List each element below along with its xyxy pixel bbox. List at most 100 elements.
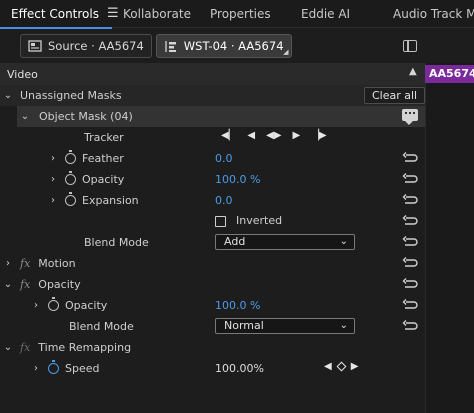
chevron-down-icon[interactable]: ⌄ bbox=[2, 279, 14, 290]
time-remapping-row[interactable]: ⌄ fx Time Remapping bbox=[0, 337, 425, 358]
tracker-controls: ◀▏ ◀ ◀▶ ▶ ▕▶ bbox=[221, 130, 327, 141]
sequence-icon bbox=[165, 40, 176, 52]
unassigned-masks-row[interactable]: ⌄ Unassigned Masks Clear all bbox=[0, 85, 426, 106]
motion-label: Motion bbox=[38, 257, 76, 270]
collapse-up-icon[interactable]: ▲ bbox=[409, 66, 417, 77]
tab-effect-controls-label: Effect Controls bbox=[11, 6, 99, 21]
tab-effect-controls[interactable]: Effect Controls ☰ bbox=[0, 0, 119, 29]
sequence-clip-label: WST-04 · AA5674 bbox=[183, 39, 284, 53]
fx-icon[interactable]: fx bbox=[20, 278, 30, 291]
speech-bubble-dots bbox=[405, 112, 415, 114]
speech-bubble-icon[interactable] bbox=[402, 109, 418, 125]
timeline-header bbox=[425, 30, 474, 63]
tab-audio-track-mix[interactable]: Audio Track Mix bbox=[381, 0, 474, 28]
inverted-row: Inverted bbox=[17, 211, 425, 232]
chevron-right-icon[interactable]: › bbox=[30, 363, 42, 374]
track-both-directions-icon[interactable]: ◀▶ bbox=[266, 130, 281, 141]
reset-icon[interactable] bbox=[402, 236, 418, 248]
mask-opacity-value[interactable]: 100.0 % bbox=[215, 173, 260, 186]
blend-mode-dropdown[interactable]: Normal ⌄ bbox=[215, 318, 355, 334]
video-section-label: Video bbox=[7, 67, 38, 81]
stopwatch-icon[interactable] bbox=[48, 297, 59, 311]
tracker-label: Tracker bbox=[84, 131, 124, 144]
mask-blend-mode-dropdown[interactable]: Add ⌄ bbox=[215, 234, 355, 250]
source-sequence-bar: Source · AA5674 WST-04 · AA5674 ◢ bbox=[0, 30, 425, 62]
stopwatch-icon[interactable] bbox=[65, 171, 76, 185]
expansion-value[interactable]: 0.0 bbox=[215, 194, 233, 207]
feather-value[interactable]: 0.0 bbox=[215, 152, 233, 165]
chevron-down-icon: ⌄ bbox=[339, 236, 348, 247]
stopwatch-icon[interactable] bbox=[65, 192, 76, 206]
fx-icon: fx bbox=[20, 341, 31, 354]
stopwatch-icon[interactable] bbox=[48, 360, 59, 374]
track-backward-one-icon[interactable]: ◀▏ bbox=[221, 130, 236, 141]
source-clip-chip[interactable]: Source · AA5674 bbox=[20, 34, 152, 58]
blend-mode-label: Blend Mode bbox=[69, 320, 134, 333]
dropdown-corner-icon: ◢ bbox=[283, 48, 289, 56]
keyframe-diamond-icon[interactable] bbox=[336, 361, 347, 372]
mask-blend-mode-label: Blend Mode bbox=[84, 236, 149, 249]
track-forward-one-icon[interactable]: ▕▶ bbox=[311, 130, 326, 141]
blend-mode-row: Blend Mode Normal ⌄ bbox=[17, 316, 425, 337]
expansion-row: › Expansion 0.0 bbox=[17, 190, 425, 211]
opacity-row: › Opacity 100.0 % bbox=[17, 295, 425, 316]
chevron-down-icon[interactable]: ⌄ bbox=[2, 342, 14, 353]
fx-icon[interactable]: fx bbox=[20, 257, 30, 270]
chevron-right-icon[interactable]: › bbox=[47, 153, 59, 164]
mask-blend-mode-value: Add bbox=[224, 235, 246, 248]
reset-icon[interactable] bbox=[402, 194, 418, 206]
opacity-label: Opacity bbox=[65, 299, 108, 312]
chevron-right-icon[interactable]: › bbox=[47, 195, 59, 206]
mask-opacity-row: › Opacity 100.0 % bbox=[17, 169, 425, 190]
video-section-header: Video ▲ bbox=[0, 63, 425, 85]
reset-icon[interactable] bbox=[402, 152, 418, 164]
motion-row[interactable]: › fx Motion bbox=[0, 253, 425, 274]
speed-value[interactable]: 100.00% bbox=[215, 362, 264, 375]
tab-eddie-ai[interactable]: Eddie AI bbox=[301, 0, 381, 28]
chevron-right-icon[interactable]: › bbox=[2, 258, 14, 269]
tracker-row: Tracker ◀▏ ◀ ◀▶ ▶ ▕▶ bbox=[17, 127, 425, 148]
opacity-group-row[interactable]: ⌄ fx Opacity bbox=[0, 274, 425, 295]
track-forward-icon[interactable]: ▶ bbox=[292, 130, 300, 141]
opacity-group-label: Opacity bbox=[38, 278, 81, 291]
effect-parameter-list: Video ▲ ⌄ Unassigned Masks Clear all ⌄ O… bbox=[0, 63, 426, 413]
stopwatch-icon[interactable] bbox=[65, 150, 76, 164]
reset-icon[interactable] bbox=[402, 257, 418, 269]
previous-keyframe-icon[interactable]: ◀ bbox=[324, 361, 332, 372]
time-remapping-label: Time Remapping bbox=[38, 341, 132, 354]
mask-opacity-label: Opacity bbox=[82, 173, 125, 186]
inverted-checkbox[interactable] bbox=[215, 216, 226, 227]
panel-tab-bar: Effect Controls ☰ Kollaborate Properties… bbox=[0, 0, 474, 29]
chevron-right-icon[interactable]: › bbox=[30, 300, 42, 311]
next-keyframe-icon[interactable]: ▶ bbox=[351, 361, 359, 372]
track-backward-icon[interactable]: ◀ bbox=[247, 130, 255, 141]
timeline-clip-label[interactable]: AA5674 bbox=[425, 65, 474, 83]
timeline-area[interactable] bbox=[425, 63, 474, 413]
source-clip-icon bbox=[28, 40, 42, 52]
sequence-clip-chip[interactable]: WST-04 · AA5674 ◢ bbox=[155, 34, 292, 58]
reset-icon[interactable] bbox=[402, 278, 418, 290]
feather-label: Feather bbox=[82, 152, 124, 165]
chevron-right-icon[interactable]: › bbox=[47, 174, 59, 185]
reset-icon[interactable] bbox=[402, 299, 418, 311]
tab-kollaborate[interactable]: Kollaborate bbox=[112, 0, 210, 28]
source-clip-label: Source · AA5674 bbox=[48, 39, 144, 53]
chevron-down-icon[interactable]: ⌄ bbox=[19, 111, 31, 122]
inverted-label: Inverted bbox=[236, 214, 283, 227]
chevron-down-icon: ⌄ bbox=[339, 320, 348, 331]
reset-icon[interactable] bbox=[402, 215, 418, 227]
reset-icon[interactable] bbox=[402, 173, 418, 185]
expansion-label: Expansion bbox=[82, 194, 139, 207]
unassigned-masks-label: Unassigned Masks bbox=[20, 89, 122, 102]
clear-all-button[interactable]: Clear all bbox=[364, 87, 426, 104]
tab-properties[interactable]: Properties bbox=[210, 0, 301, 28]
chevron-down-icon[interactable]: ⌄ bbox=[2, 90, 14, 101]
keyframe-navigator: ◀ ▶ bbox=[324, 361, 358, 372]
opacity-value[interactable]: 100.0 % bbox=[215, 299, 260, 312]
speed-row: › Speed 100.00% ◀ ▶ bbox=[17, 358, 425, 379]
feather-row: › Feather 0.0 bbox=[17, 148, 425, 169]
speed-label: Speed bbox=[65, 362, 100, 375]
object-mask-row[interactable]: ⌄ Object Mask (04) bbox=[17, 106, 425, 127]
reset-icon[interactable] bbox=[402, 320, 418, 332]
panel-toggle-icon[interactable] bbox=[403, 40, 417, 52]
